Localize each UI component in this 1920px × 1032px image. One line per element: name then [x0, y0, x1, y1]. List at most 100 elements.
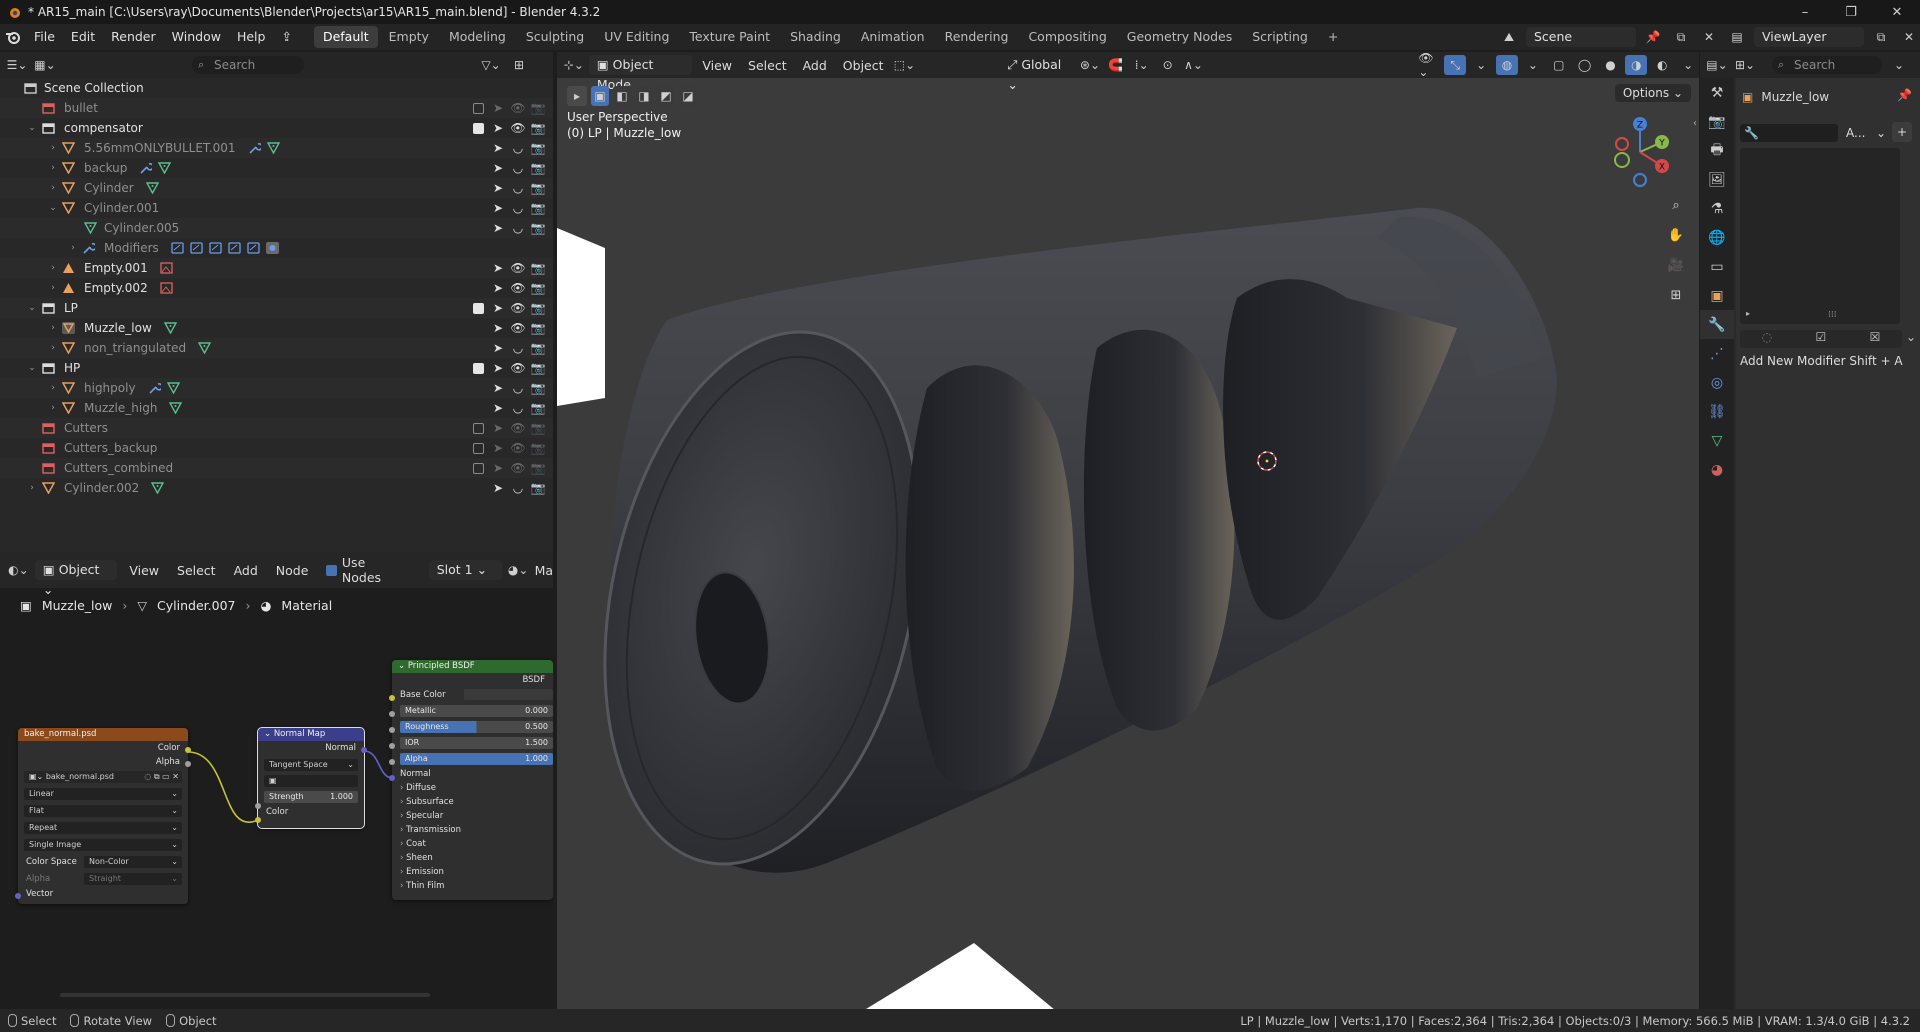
overlays-toggle-icon[interactable]: ◍ [1496, 55, 1518, 75]
eye-closed-icon[interactable]: ◡ [510, 160, 526, 176]
alpha-socket[interactable] [389, 759, 395, 765]
rendered-shading-icon[interactable]: ◐ [1651, 55, 1673, 75]
alpha-mode-dropdown[interactable]: Straight ⌄ [84, 873, 182, 885]
bsdf-section-coat[interactable]: › Coat [392, 837, 553, 851]
menu-edit[interactable]: Edit [63, 26, 103, 48]
menu-window[interactable]: Window [164, 26, 229, 48]
close-button[interactable]: ✕ [1874, 0, 1920, 24]
menu-select[interactable]: Select [742, 58, 793, 73]
base-color-socket[interactable] [389, 695, 395, 701]
camera-icon[interactable]: 📷 [530, 160, 546, 176]
overlays-dropdown-icon[interactable]: ⌄ [1522, 55, 1544, 75]
selectable-arrow-icon[interactable]: ➤ [490, 200, 506, 216]
outliner-row[interactable]: › backup ➤ ◡ 📷 [0, 158, 553, 178]
ior-socket[interactable] [389, 743, 395, 749]
solid-shading-icon[interactable]: ● [1600, 55, 1622, 75]
normal-output-socket[interactable] [361, 747, 367, 753]
modifier-icon[interactable] [247, 241, 260, 254]
display-mode-icon[interactable]: ▦⌄ [34, 55, 56, 75]
tab-empty[interactable]: Empty [380, 26, 438, 48]
exclude-checkbox[interactable] [470, 300, 486, 316]
camera-icon[interactable]: 📷 [530, 120, 546, 136]
maximize-button[interactable]: ❐ [1828, 0, 1874, 24]
blender-logo-menu[interactable] [0, 24, 26, 50]
tab-sculpting[interactable]: Sculpting [517, 26, 593, 48]
chevron-down-icon[interactable]: ⌄ [1876, 126, 1886, 140]
pan-hand-icon[interactable]: ✋ [1664, 223, 1688, 247]
strength-slider[interactable]: Strength 1.000 [264, 791, 358, 803]
delete-all-icon[interactable]: ☒ [1870, 330, 1881, 348]
tab-modeling[interactable]: Modeling [440, 26, 515, 48]
outliner-row[interactable]: ⌄ HP ➤ 👁 📷 [0, 358, 553, 378]
context-icon[interactable]: ⊞⌄ [1734, 55, 1756, 75]
color-input-socket[interactable] [255, 817, 261, 823]
outliner-row[interactable]: › Muzzle_high ➤ ◡ 📷 [0, 398, 553, 418]
bsdf-section-diffuse[interactable]: › Diffuse [392, 781, 553, 795]
camera-icon[interactable]: 📷 [530, 340, 546, 356]
mesh-data-icon[interactable] [169, 401, 182, 414]
normal-map-header[interactable]: ⌄ Normal Map [258, 728, 364, 741]
selectable-arrow-icon[interactable]: ➤ [490, 360, 506, 376]
filter-icon[interactable]: ▽⌄ [480, 55, 502, 75]
mesh-data-icon[interactable] [167, 381, 180, 394]
bsdf-section-sheen[interactable]: › Sheen [392, 851, 553, 865]
tab-texture-paint[interactable]: Texture Paint [680, 26, 779, 48]
camera-icon[interactable]: 📷 [530, 280, 546, 296]
wrench-icon[interactable] [139, 161, 152, 174]
camera-icon[interactable]: 📷 [530, 460, 546, 476]
bsdf-section-thin-film[interactable]: › Thin Film [392, 879, 553, 893]
modifier-icon[interactable] [209, 241, 222, 254]
eye-icon[interactable]: 👁 [510, 280, 526, 296]
outliner-row[interactable]: ⌄ LP ➤ 👁 📷 [0, 298, 553, 318]
bsdf-section-emission[interactable]: › Emission [392, 865, 553, 879]
menu-help[interactable]: Help [229, 26, 274, 48]
eye-closed-icon[interactable]: ◡ [510, 480, 526, 496]
mesh-data-icon[interactable] [267, 141, 280, 154]
chevron-down-icon[interactable]: ⌄ [1906, 330, 1916, 344]
roughness-socket[interactable] [389, 727, 395, 733]
projection-dropdown[interactable]: Flat ⌄ [24, 805, 182, 817]
menu-add[interactable]: Add [797, 58, 833, 73]
bsdf-section-subsurface[interactable]: › Subsurface [392, 795, 553, 809]
expand-closed-icon[interactable]: › [48, 158, 58, 178]
outliner-row[interactable]: › non_triangulated ➤ ◡ 📷 [0, 338, 553, 358]
new-view-layer-icon[interactable]: ⧉ [1870, 27, 1892, 47]
add-icon[interactable]: + [1892, 122, 1912, 142]
gizmo-toggle-icon[interactable]: ⤡ [1444, 55, 1467, 75]
vector-input-socket[interactable] [15, 893, 21, 899]
snap-icon[interactable]: 🧲 [1105, 55, 1127, 75]
exclude-checkbox[interactable] [470, 460, 486, 476]
falloff-icon[interactable]: ∧⌄ [1183, 55, 1205, 75]
upload-icon[interactable]: ⇪ [273, 26, 299, 48]
exclude-checkbox[interactable] [470, 360, 486, 376]
exclude-checkbox[interactable] [470, 420, 486, 436]
outliner-row[interactable]: Cylinder.005 ➤ ◡ 📷 [0, 218, 553, 238]
selectable-arrow-icon[interactable]: ➤ [490, 260, 506, 276]
tab-geometry-nodes[interactable]: Geometry Nodes [1118, 26, 1241, 48]
camera-tools-icon[interactable]: ⬚⌄ [894, 55, 916, 75]
selectable-arrow-icon[interactable]: ➤ [490, 400, 506, 416]
color-space-dropdown[interactable]: Non-Color ⌄ [84, 856, 182, 868]
gizmo-dropdown-icon[interactable]: ⌄ [1470, 55, 1492, 75]
modifier-icon[interactable] [228, 241, 241, 254]
expand-closed-icon[interactable]: › [48, 378, 58, 398]
expand-open-icon[interactable]: ⌄ [48, 198, 58, 218]
outliner-row[interactable]: › 5.56mmONLYBULLET.001 ➤ ◡ 📷 [0, 138, 553, 158]
image-icon[interactable] [160, 281, 173, 294]
menu-view[interactable]: View [696, 58, 738, 73]
uv-map-field[interactable]: ▣ [264, 775, 358, 787]
selectable-arrow-icon[interactable]: ➤ [490, 480, 506, 496]
outliner-row[interactable]: › Cylinder ➤ ◡ 📷 [0, 178, 553, 198]
physics-tab-icon[interactable]: ◎ [1700, 368, 1734, 397]
pin-icon[interactable]: 📌 [1897, 88, 1912, 102]
horizontal-scrollbar[interactable] [60, 993, 430, 997]
eye-icon[interactable]: 👁 [510, 260, 526, 276]
modifier-icon[interactable] [171, 241, 184, 254]
render-tab-icon[interactable]: 📷 [1700, 107, 1734, 136]
camera-icon[interactable]: 📷 [530, 320, 546, 336]
modifier-search-field[interactable]: 🔧 [1740, 124, 1838, 142]
tab-uv-editing[interactable]: UV Editing [595, 26, 678, 48]
remove-view-layer-icon[interactable]: ✕ [1898, 27, 1920, 47]
base-color-swatch[interactable] [464, 689, 553, 700]
selectable-arrow-icon[interactable]: ➤ [490, 340, 506, 356]
